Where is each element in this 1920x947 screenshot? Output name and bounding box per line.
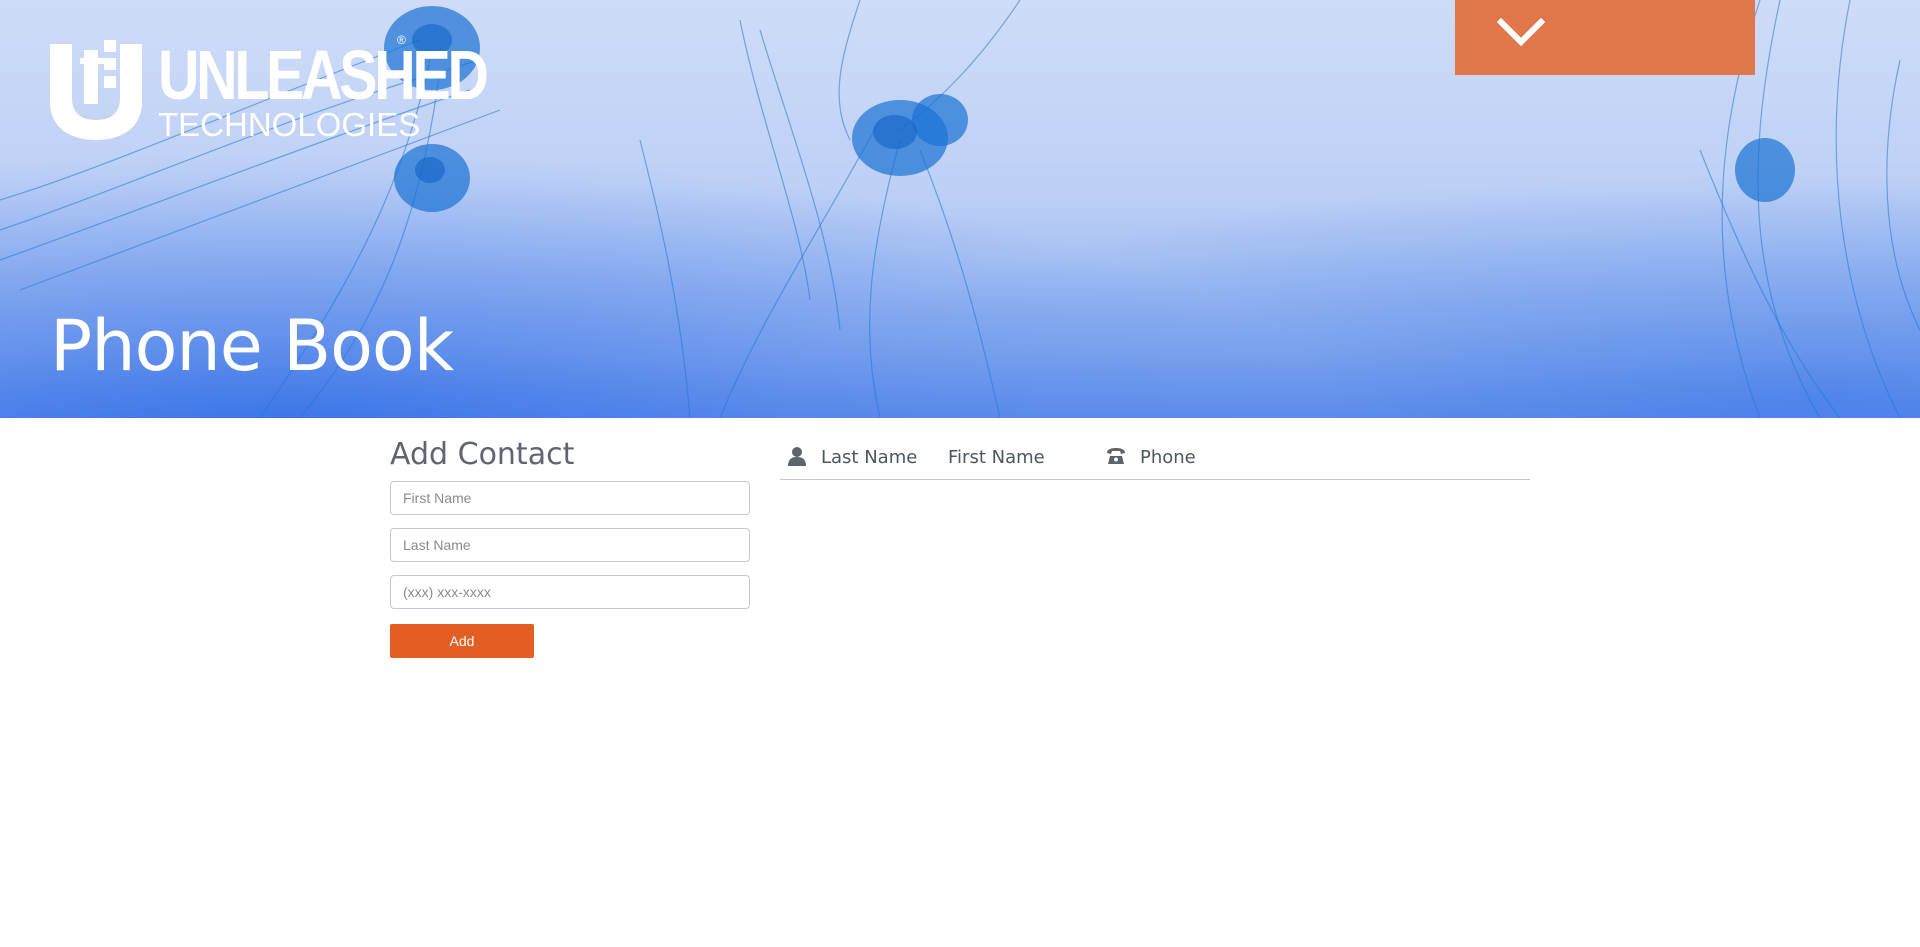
brand-logo[interactable]: UNLEASHED TECHNOLOGIES ® xyxy=(50,34,558,141)
chevron-down-icon xyxy=(1497,18,1545,47)
phone-icon xyxy=(1107,448,1125,464)
add-contact-form: Add Contact Add xyxy=(390,437,750,658)
column-header-phone[interactable]: Phone xyxy=(1140,447,1196,468)
contacts-table-header: Last Name First Name Phone xyxy=(780,440,1530,480)
add-contact-button[interactable]: Add xyxy=(390,624,534,658)
last-name-input[interactable] xyxy=(390,528,750,562)
person-icon xyxy=(788,447,806,466)
brand-wordmark: UNLEASHED TECHNOLOGIES ® xyxy=(158,34,558,141)
column-header-last-name[interactable]: Last Name xyxy=(821,447,917,468)
column-header-first-name[interactable]: First Name xyxy=(948,447,1045,468)
unleashed-logo-icon xyxy=(50,40,142,140)
menu-toggle-button[interactable] xyxy=(1455,0,1755,75)
add-contact-title: Add Contact xyxy=(390,437,575,472)
page-title: Phone Book xyxy=(50,305,454,387)
registered-mark: ® xyxy=(397,33,406,47)
brand-name-line1: UNLEASHED xyxy=(158,36,489,114)
phone-input[interactable] xyxy=(390,575,750,609)
first-name-input[interactable] xyxy=(390,481,750,515)
